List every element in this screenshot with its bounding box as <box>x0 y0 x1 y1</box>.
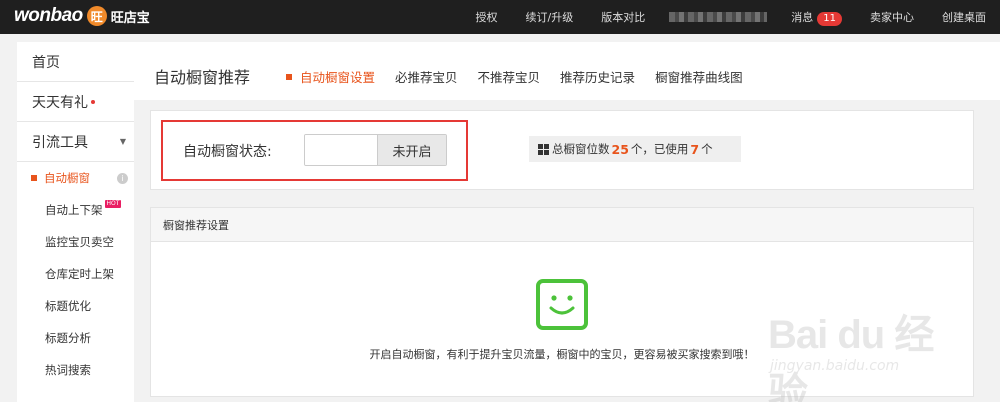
smiley-icon <box>536 279 588 330</box>
nav-messages[interactable]: 消息 11 <box>791 9 842 26</box>
messages-count-badge: 11 <box>817 11 842 26</box>
sidebar-sub-label: 自动橱窗 <box>44 171 90 185</box>
tab-label: 推荐历史记录 <box>560 70 636 85</box>
count-mid: 个，已使用 <box>630 142 689 156</box>
sidebar-home-label: 首页 <box>32 54 60 71</box>
blurred-username <box>669 12 768 22</box>
nav-renew-upgrade[interactable]: 续订/升级 <box>526 9 574 25</box>
sidebar-traffic-tools-label: 引流工具 <box>32 134 88 151</box>
sidebar-sub-label: 监控宝贝卖空 <box>45 235 114 249</box>
tab-label: 不推荐宝贝 <box>477 70 541 85</box>
top-nav-links: 授权 续订/升级 版本对比 消息 11 卖家中心 创建桌面 <box>462 0 1000 34</box>
total-window-count: 25 <box>611 141 629 157</box>
wonbao-logo[interactable]: wonbao 旺 旺店宝 <box>14 5 150 27</box>
caret-down-icon: ▼ <box>119 137 126 146</box>
messages-label: 消息 <box>791 10 814 24</box>
sidebar-item-daily-gift[interactable]: 天天有礼 <box>17 82 134 122</box>
hot-badge: HOT <box>104 200 122 208</box>
sidebar-sub-label: 仓库定时上架 <box>45 267 114 281</box>
sidebar-item-hot-search[interactable]: 热词搜索 <box>17 354 134 386</box>
toggle-state-label[interactable]: 未开启 <box>377 135 446 165</box>
sidebar-item-title-analysis[interactable]: 标题分析 <box>17 322 134 354</box>
watermark-url: jingyan.baidu.com <box>770 358 900 374</box>
window-count-info: 总橱窗位数 25 个，已使用 7 个 <box>529 136 741 162</box>
tab-bar: 自动橱窗设置 必推荐宝贝 不推荐宝贝 推荐历史记录 橱窗推荐曲线图 <box>286 67 763 86</box>
active-marker-icon <box>31 175 37 181</box>
count-prefix: 总橱窗位数 <box>552 142 610 156</box>
page-title: 自动橱窗推荐 <box>154 68 251 87</box>
tab-label: 自动橱窗设置 <box>300 70 376 85</box>
count-suffix: 个 <box>701 142 713 156</box>
settings-panel-heading: 橱窗推荐设置 <box>151 208 973 242</box>
used-window-count: 7 <box>690 141 700 157</box>
sidebar-sub-label: 标题优化 <box>45 299 91 313</box>
toggle-empty-side[interactable] <box>305 135 377 165</box>
info-icon[interactable]: i <box>117 172 128 184</box>
tab-must-recommend[interactable]: 必推荐宝贝 <box>395 67 458 86</box>
logo-badge-icon: 旺 <box>86 6 107 26</box>
sidebar-item-traffic-tools[interactable]: 引流工具 ▼ <box>17 122 134 162</box>
top-navigation-bar: wonbao 旺 旺店宝 授权 续订/升级 版本对比 消息 11 卖家中心 创建桌… <box>0 0 1000 34</box>
sidebar-daily-gift-label: 天天有礼 <box>32 94 88 111</box>
sidebar-item-warehouse-schedule[interactable]: 仓库定时上架 <box>17 258 134 290</box>
notification-dot-icon <box>91 99 95 104</box>
grid-icon <box>538 143 549 155</box>
tab-auto-window-settings[interactable]: 自动橱窗设置 <box>286 67 375 86</box>
sidebar-sub-label: 热词搜索 <box>45 363 91 377</box>
sidebar-item-auto-listing[interactable]: 自动上下架 HOT <box>17 194 134 226</box>
auto-window-toggle[interactable]: 未开启 <box>304 134 447 166</box>
sidebar-item-auto-window[interactable]: 自动橱窗 i <box>17 162 134 194</box>
tab-label: 必推荐宝贝 <box>395 70 458 85</box>
nav-version-compare[interactable]: 版本对比 <box>601 9 645 25</box>
tab-not-recommend[interactable]: 不推荐宝贝 <box>478 67 541 86</box>
nav-create-desktop[interactable]: 创建桌面 <box>942 9 986 25</box>
logo-cn-text: 旺店宝 <box>110 10 150 26</box>
tab-label: 橱窗推荐曲线图 <box>655 70 743 85</box>
watermark-brand: Bai du 经验 <box>768 313 934 402</box>
logo-text: wonbao <box>14 5 83 26</box>
sidebar-sub-label: 自动上下架 <box>45 203 103 217</box>
nav-authorize[interactable]: 授权 <box>476 9 498 25</box>
main-header: 自动橱窗推荐 自动橱窗设置 必推荐宝贝 不推荐宝贝 推荐历史记录 橱窗推荐曲线图 <box>134 42 1000 100</box>
baidu-jingyan-watermark: Bai du 经验 jingyan.baidu.com <box>760 300 960 402</box>
nav-seller-center[interactable]: 卖家中心 <box>870 9 914 25</box>
auto-window-status-label: 自动橱窗状态: <box>183 144 272 160</box>
tab-curve-chart[interactable]: 橱窗推荐曲线图 <box>655 67 743 86</box>
tab-history[interactable]: 推荐历史记录 <box>560 67 635 86</box>
sidebar-item-monitor-soldout[interactable]: 监控宝贝卖空 <box>17 226 134 258</box>
sidebar-item-home[interactable]: 首页 <box>17 42 134 82</box>
sidebar-item-title-optimize[interactable]: 标题优化 <box>17 290 134 322</box>
active-tab-marker-icon <box>286 73 292 80</box>
sidebar: 首页 天天有礼 引流工具 ▼ 自动橱窗 i 自动上下架 HOT 监控宝贝卖空 仓… <box>17 42 134 402</box>
sidebar-sub-label: 标题分析 <box>45 331 91 345</box>
